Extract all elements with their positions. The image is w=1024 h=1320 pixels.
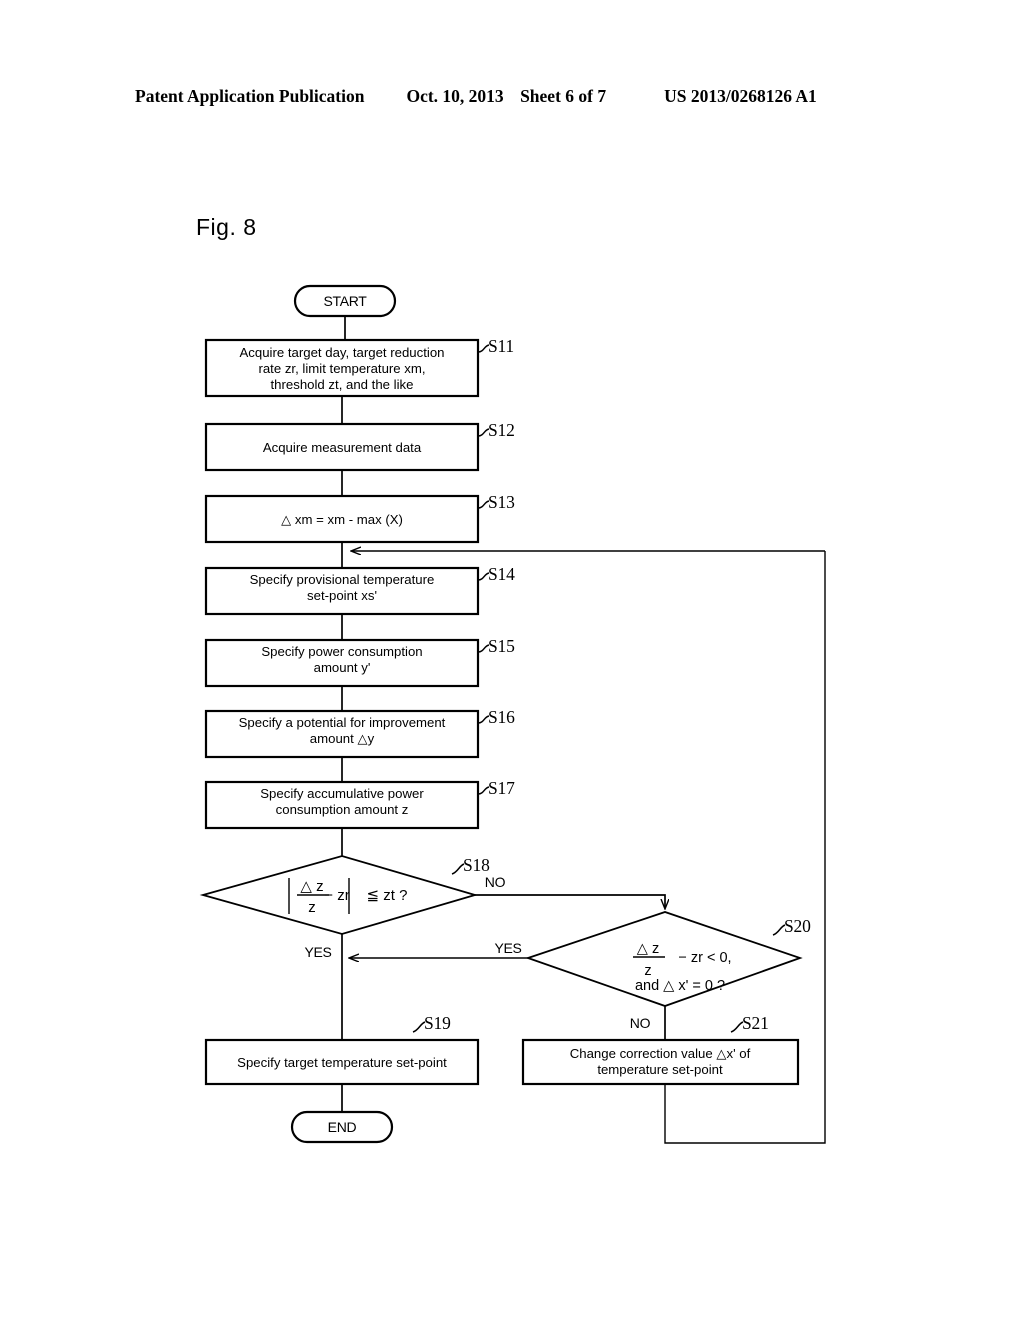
- node-s14: Specify provisional temperature set-poin…: [204, 564, 515, 616]
- node-s11-line2: rate zr, limit temperature xm,: [258, 361, 425, 376]
- flowchart-diagram: START Acquire target day, target reducti…: [199, 284, 826, 1144]
- node-s17: Specify accumulative power consumption a…: [204, 778, 515, 830]
- node-s21-line2: temperature set-point: [597, 1062, 723, 1077]
- node-s11-step-id: S11: [488, 336, 514, 356]
- node-s20-rest: − zr < 0,: [678, 950, 731, 966]
- node-s17-line1: Specify accumulative power: [260, 786, 424, 801]
- node-s21: Change correction value △x' of temperatu…: [521, 1013, 800, 1086]
- node-start-label: START: [323, 293, 367, 309]
- node-s13: △ xm = xm - max (X) S13: [204, 492, 515, 544]
- node-s18-numerator: △ z: [300, 878, 323, 895]
- connector-s18-no-to-s20: [475, 894, 665, 908]
- node-s16-line2: amount △y: [310, 731, 375, 746]
- node-s11-line3: threshold zt, and the like: [271, 377, 414, 392]
- node-s18-step-id: S18: [463, 855, 490, 875]
- node-s16-step-id: S16: [488, 707, 515, 727]
- node-s14-step-id: S14: [488, 564, 515, 584]
- node-s20-yes-label: YES: [494, 940, 521, 956]
- node-s12: Acquire measurement data S12: [204, 420, 515, 472]
- node-s21-line1: Change correction value △x' of: [570, 1046, 751, 1061]
- node-s12-line1: Acquire measurement data: [263, 440, 422, 455]
- node-s16: Specify a potential for improvement amou…: [204, 707, 515, 759]
- node-s13-line1: △ xm = xm - max (X): [281, 512, 403, 527]
- node-s14-line1: Specify provisional temperature: [250, 572, 435, 587]
- node-s18-denominator: z: [308, 899, 316, 916]
- node-s16-line1: Specify a potential for improvement: [239, 715, 446, 730]
- node-s17-step-id: S17: [488, 778, 515, 798]
- node-s19-step-id: S19: [424, 1013, 451, 1033]
- node-s18-rest: − zr: [324, 887, 349, 904]
- node-s20-numerator: △ z: [637, 941, 659, 957]
- node-s20-step-id: S20: [784, 916, 811, 936]
- patent-drawing-page: Patent Application Publication Oct. 10, …: [0, 0, 1024, 1320]
- node-s20-no-label: NO: [630, 1015, 651, 1031]
- node-s20-denominator: z: [644, 963, 651, 979]
- node-s12-step-id: S12: [488, 420, 515, 440]
- node-s15: Specify power consumption amount y' S15: [204, 636, 515, 688]
- node-s11: Acquire target day, target reduction rat…: [204, 336, 514, 398]
- node-end-label: END: [328, 1119, 357, 1135]
- node-s21-step-id: S21: [742, 1013, 769, 1033]
- node-s18-no-label: NO: [485, 874, 506, 890]
- node-s15-line1: Specify power consumption: [261, 644, 422, 659]
- node-s15-line2: amount y': [314, 660, 371, 675]
- node-s13-step-id: S13: [488, 492, 515, 512]
- node-s18-compare: ≦ zt ?: [367, 887, 408, 904]
- node-s18: △ z z − zr ≦ zt ? S18 YES NO: [199, 855, 506, 960]
- node-end: END: [290, 1110, 394, 1144]
- node-s20-line2: and △ x' = 0 ?: [635, 978, 725, 994]
- node-s14-line2: set-point xs': [307, 588, 377, 603]
- node-s18-yes-label: YES: [304, 944, 331, 960]
- node-s19-line1: Specify target temperature set-point: [237, 1055, 447, 1070]
- node-s17-line2: consumption amount z: [276, 802, 409, 817]
- node-s15-step-id: S15: [488, 636, 515, 656]
- node-start: START: [293, 284, 397, 318]
- node-s11-line1: Acquire target day, target reduction: [239, 345, 444, 360]
